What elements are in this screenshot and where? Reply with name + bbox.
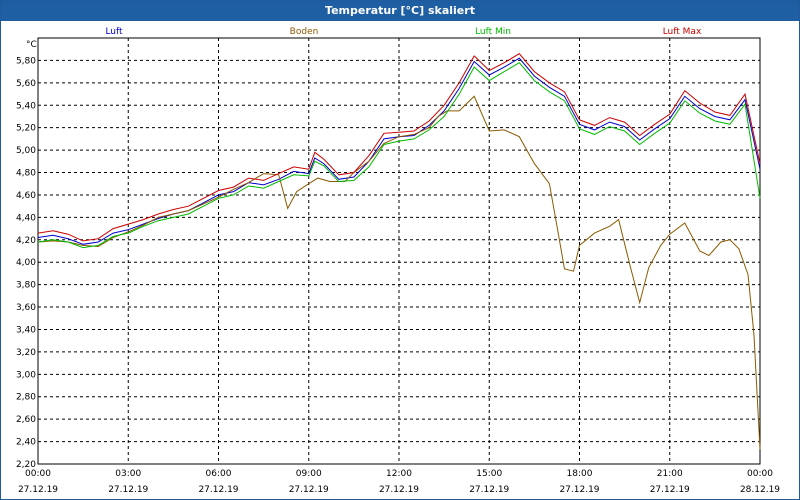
x-tick-label: 15:00 27.12.19 (469, 469, 509, 495)
x-tick-date: 27.12.19 (559, 485, 599, 495)
y-tick-label: 3,80 (16, 281, 36, 291)
y-tick-label: 4,80 (16, 169, 36, 179)
x-tick-date: 27.12.19 (198, 485, 238, 495)
x-tick-time: 09:00 (296, 469, 322, 479)
x-tick-date: 27.12.19 (379, 485, 419, 495)
y-tick-labels: 2,202,402,602,803,003,203,403,603,804,00… (16, 56, 36, 470)
y-tick-label: 4,60 (16, 191, 36, 201)
y-tick-label: 5,60 (16, 79, 36, 89)
series-lines (37, 53, 761, 450)
legend: Luft Boden Luft Min Luft Max (105, 27, 702, 37)
x-tick-date: 27.12.19 (650, 485, 690, 495)
y-tick-label: 5,00 (16, 146, 36, 156)
x-tick-label: 21:00 27.12.19 (650, 469, 690, 495)
y-tick-label: 5,80 (16, 56, 36, 66)
y-axis-unit-label: °C (26, 40, 37, 50)
x-tick-time: 00:00 (747, 469, 773, 479)
x-tick-time: 03:00 (115, 469, 141, 479)
x-tick-label: 12:00 27.12.19 (379, 469, 419, 495)
x-tick-date: 27.12.19 (108, 485, 148, 495)
y-tick-label: 2,40 (16, 438, 36, 448)
x-tick-label: 06:00 27.12.19 (198, 469, 238, 495)
legend-entry: Boden (290, 27, 319, 37)
y-tick-label: 4,20 (16, 236, 36, 246)
legend-entry: Luft Min (475, 27, 511, 37)
legend-entry: Luft Max (663, 27, 702, 37)
temperature-chart: °C Luft Boden Luft Min Luft Max 2,202,402,6… (16, 27, 780, 495)
y-tick-label: 2,80 (16, 393, 36, 403)
x-tick-time: 12:00 (386, 469, 412, 479)
y-tick-label: 5,40 (16, 101, 36, 111)
x-tick-time: 15:00 (476, 469, 502, 479)
x-tick-time: 21:00 (657, 469, 683, 479)
x-tick-time: 06:00 (206, 469, 232, 479)
x-tick-time: 18:00 (567, 469, 593, 479)
x-tick-labels: 00:0027.12.1903:0027.12.1906:0027.12.190… (18, 469, 780, 495)
y-tick-label: 2,60 (16, 415, 36, 425)
x-tick-date: 27.12.19 (469, 485, 509, 495)
x-tick-time: 00:00 (25, 469, 51, 479)
x-tick-date: 28.12.19 (740, 485, 780, 495)
legend-entry: Luft (105, 27, 123, 37)
x-tick-date: 27.12.19 (18, 485, 58, 495)
x-tick-label: 00:00 28.12.19 (740, 469, 780, 495)
y-tick-label: 4,40 (16, 213, 36, 223)
y-tick-label: 3,40 (16, 325, 36, 335)
y-tick-label: 4,00 (16, 258, 36, 268)
y-tick-label: 5,20 (16, 124, 36, 134)
y-tick-label: 3,20 (16, 348, 36, 358)
x-tick-label: 00:00 27.12.19 (18, 469, 58, 495)
y-tick-label: 3,60 (16, 303, 36, 313)
x-tick-date: 27.12.19 (289, 485, 329, 495)
x-tick-label: 09:00 27.12.19 (289, 469, 329, 495)
x-tick-label: 18:00 27.12.19 (559, 469, 599, 495)
grid (38, 38, 760, 465)
y-tick-label: 3,00 (16, 370, 36, 380)
x-tick-label: 03:00 27.12.19 (108, 469, 148, 495)
